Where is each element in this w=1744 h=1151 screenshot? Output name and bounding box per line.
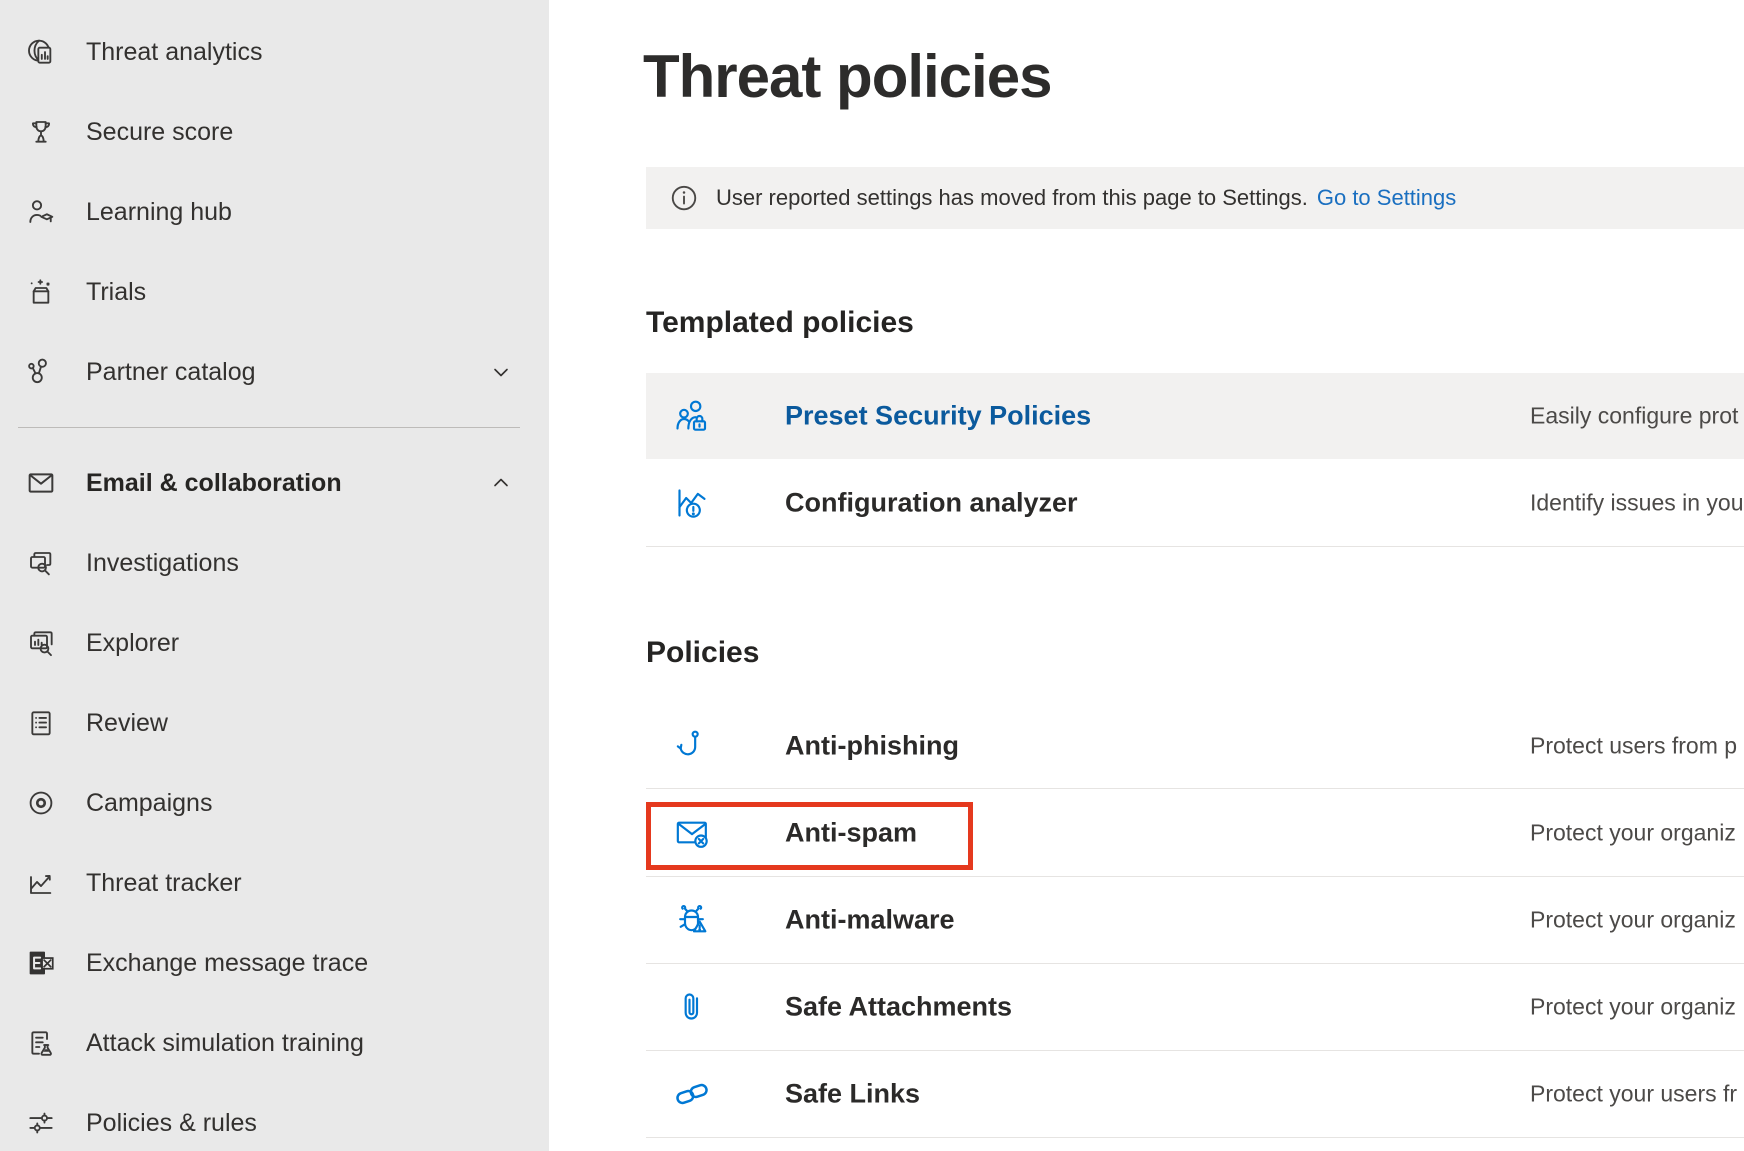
row-label: Safe Attachments [785, 992, 1012, 1023]
anti-spam-icon [672, 813, 712, 853]
review-icon [24, 706, 58, 740]
info-banner: User reported settings has moved from th… [646, 167, 1744, 229]
configuration-analyzer-icon [672, 483, 712, 523]
row-safe-links[interactable]: Safe Links Protect your users fr [646, 1051, 1744, 1138]
investigations-icon [24, 546, 58, 580]
sidebar-item-label: Threat tracker [86, 869, 242, 898]
learning-hub-icon [24, 195, 58, 229]
explorer-icon [24, 626, 58, 660]
row-description: Protect users from p [1530, 732, 1744, 759]
envelope-icon [24, 466, 58, 500]
sidebar-item-partner-catalog[interactable]: Partner catalog [0, 332, 549, 412]
sidebar: Threat analytics Secure score [0, 0, 549, 1151]
row-safe-attachments[interactable]: Safe Attachments Protect your organiz [646, 964, 1744, 1051]
row-label: Anti-phishing [785, 730, 959, 761]
trophy-icon [24, 115, 58, 149]
sidebar-item-label: Review [86, 709, 168, 738]
chevron-down-icon[interactable] [489, 360, 513, 384]
sidebar-item-email-collaboration[interactable]: Email & collaboration [0, 443, 549, 523]
sidebar-item-investigations[interactable]: Investigations [0, 523, 549, 603]
sidebar-item-label: Threat analytics [86, 38, 262, 67]
threat-tracker-icon [24, 866, 58, 900]
exchange-icon [24, 946, 58, 980]
sidebar-item-threat-analytics[interactable]: Threat analytics [0, 12, 549, 92]
row-anti-phishing[interactable]: Anti-phishing Protect users from p [646, 703, 1744, 789]
safe-attachments-icon [672, 987, 712, 1027]
sidebar-item-label: Attack simulation training [86, 1029, 364, 1058]
campaigns-icon [24, 786, 58, 820]
sidebar-item-learning-hub[interactable]: Learning hub [0, 172, 549, 252]
sidebar-item-threat-tracker[interactable]: Threat tracker [0, 843, 549, 923]
sidebar-item-label: Learning hub [86, 198, 232, 227]
row-description: Protect your users fr [1530, 1081, 1744, 1108]
row-description: Protect your organiz [1530, 820, 1744, 847]
row-description: Protect your organiz [1530, 994, 1744, 1021]
sidebar-item-review[interactable]: Review [0, 683, 549, 763]
row-configuration-analyzer[interactable]: Configuration analyzer Identify issues i… [646, 459, 1744, 547]
banner-message: User reported settings has moved from th… [716, 185, 1308, 211]
anti-malware-icon [672, 900, 712, 940]
preset-security-icon [672, 396, 712, 436]
sidebar-item-label: Explorer [86, 629, 179, 658]
sidebar-item-attack-simulation-training[interactable]: Attack simulation training [0, 1003, 549, 1083]
sidebar-item-trials[interactable]: Trials [0, 252, 549, 332]
row-anti-malware[interactable]: Anti-malware Protect your organiz [646, 877, 1744, 964]
threat-policies-page: Threat analytics Secure score [0, 0, 1744, 1151]
row-label: Anti-malware [785, 905, 955, 936]
sidebar-item-label: Investigations [86, 549, 239, 578]
go-to-settings-link[interactable]: Go to Settings [1317, 185, 1456, 211]
sidebar-item-label: Exchange message trace [86, 949, 368, 978]
sidebar-item-label: Partner catalog [86, 358, 256, 387]
row-label: Anti-spam [785, 818, 917, 849]
sidebar-item-explorer[interactable]: Explorer [0, 603, 549, 683]
row-label: Preset Security Policies [785, 401, 1091, 432]
sidebar-item-label: Secure score [86, 118, 233, 147]
policies-rules-icon [24, 1106, 58, 1140]
sidebar-item-label: Email & collaboration [86, 469, 342, 498]
chevron-up-icon[interactable] [489, 471, 513, 495]
threat-analytics-icon [24, 35, 58, 69]
trials-icon [24, 275, 58, 309]
sidebar-item-label: Trials [86, 278, 146, 307]
row-label: Configuration analyzer [785, 487, 1078, 518]
attack-simulation-icon [24, 1026, 58, 1060]
row-description: Easily configure prot [1530, 403, 1744, 430]
templated-policies-heading: Templated policies [646, 306, 914, 340]
info-icon [669, 183, 699, 213]
row-label: Safe Links [785, 1079, 920, 1110]
safe-links-icon [672, 1074, 712, 1114]
row-anti-spam[interactable]: Anti-spam Protect your organiz [646, 790, 1744, 877]
anti-phishing-icon [672, 726, 712, 766]
row-preset-security-policies[interactable]: Preset Security Policies Easily configur… [646, 373, 1744, 459]
partner-catalog-icon [24, 355, 58, 389]
sidebar-divider [18, 427, 520, 428]
page-title: Threat policies [643, 42, 1051, 111]
sidebar-item-label: Campaigns [86, 789, 212, 818]
policies-heading: Policies [646, 636, 759, 670]
sidebar-item-label: Policies & rules [86, 1109, 257, 1138]
sidebar-item-exchange-message-trace[interactable]: Exchange message trace [0, 923, 549, 1003]
row-description: Identify issues in you [1530, 489, 1744, 516]
sidebar-item-policies-rules[interactable]: Policies & rules [0, 1083, 549, 1151]
sidebar-item-campaigns[interactable]: Campaigns [0, 763, 549, 843]
sidebar-item-secure-score[interactable]: Secure score [0, 92, 549, 172]
row-description: Protect your organiz [1530, 907, 1744, 934]
